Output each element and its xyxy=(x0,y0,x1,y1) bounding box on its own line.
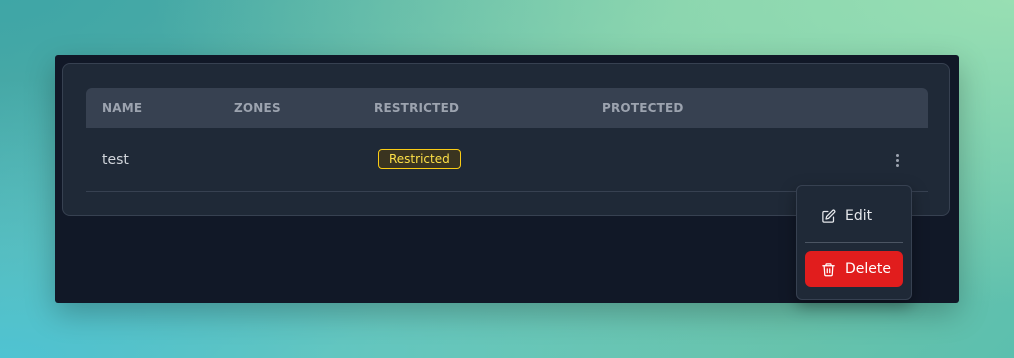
row-name-cell: test xyxy=(102,152,129,168)
kebab-dot xyxy=(895,158,899,162)
edit-label: Edit xyxy=(845,208,873,224)
row-actions-kebab-icon[interactable] xyxy=(888,150,906,170)
delete-label: Delete xyxy=(845,261,891,277)
table-header: NAME ZONES RESTRICTED PROTECTED xyxy=(86,88,928,128)
column-header-restricted: RESTRICTED xyxy=(374,101,460,115)
table-row: test Restricted xyxy=(86,128,928,192)
trash-icon xyxy=(822,262,835,276)
column-header-name: NAME xyxy=(102,101,143,115)
edit-button[interactable]: Edit xyxy=(805,198,903,234)
column-header-protected: PROTECTED xyxy=(602,101,684,115)
pencil-square-icon xyxy=(822,209,836,223)
menu-divider xyxy=(805,242,903,243)
kebab-dot xyxy=(895,153,899,157)
column-header-zones: ZONES xyxy=(234,101,281,115)
delete-button[interactable]: Delete xyxy=(805,251,903,287)
restricted-badge: Restricted xyxy=(378,149,461,169)
row-actions-menu: Edit Delete xyxy=(796,185,912,300)
kebab-dot xyxy=(895,163,899,167)
